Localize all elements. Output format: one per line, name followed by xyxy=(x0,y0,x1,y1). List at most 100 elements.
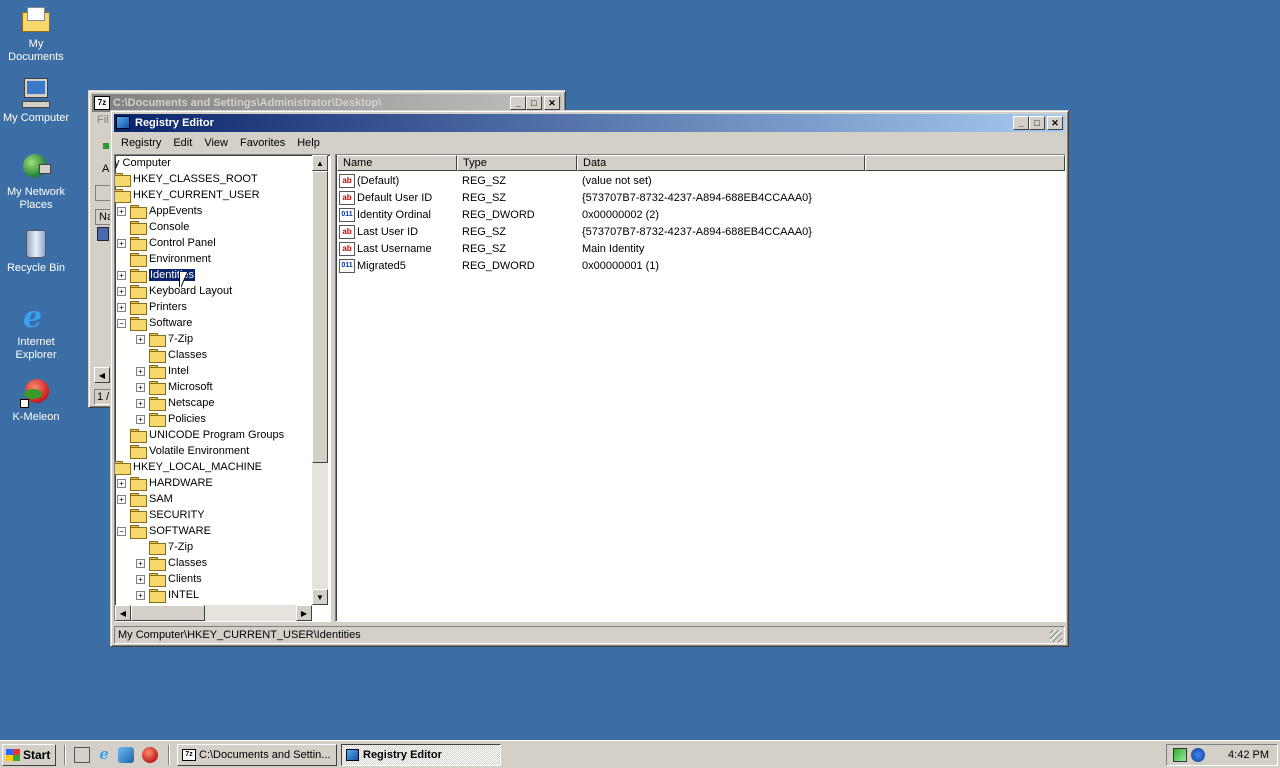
registry-tree-pane[interactable]: y Computer+HKEY_CLASSES_ROOT−HKEY_CURREN… xyxy=(114,154,331,622)
minimize-button[interactable]: _ xyxy=(510,96,526,110)
registry-value-row[interactable]: ab Last Username REG_SZ Main Identity xyxy=(338,241,1038,258)
tree-node[interactable]: Environment xyxy=(117,251,211,267)
tree-node-label[interactable]: Keyboard Layout xyxy=(149,285,232,297)
tree-node[interactable]: − Software xyxy=(117,315,192,331)
desktop-icon-my-computer[interactable]: My Computer xyxy=(0,78,72,125)
tree-node[interactable]: y Computer xyxy=(115,155,171,171)
tree-node[interactable]: + AppEvents xyxy=(117,203,202,219)
up-folder-icon[interactable] xyxy=(95,185,111,201)
tree-node[interactable]: + SAM xyxy=(117,491,173,507)
tree-node-label[interactable]: Policies xyxy=(168,413,206,425)
tree-node-label[interactable]: Printers xyxy=(149,301,187,313)
scroll-thumb[interactable] xyxy=(312,171,328,463)
desktop-icon-my-network-places[interactable]: My Network Places xyxy=(0,152,72,212)
expand-toggle[interactable]: + xyxy=(136,414,145,424)
desktop-icon-my-documents[interactable]: My Documents xyxy=(0,4,72,64)
column-header-name[interactable]: Name xyxy=(337,155,457,171)
tree-node[interactable]: +7-Zip xyxy=(136,331,193,347)
registry-editor-window[interactable]: Registry Editor _ □ ✕ Registry Edit View… xyxy=(110,110,1069,647)
tree-horizontal-scrollbar[interactable]: ◀ ▶ xyxy=(115,605,312,621)
tree-node[interactable]: UNICODE Program Groups xyxy=(117,427,284,443)
tree-node[interactable]: + Intel xyxy=(136,363,189,379)
tree-node-label[interactable]: Software xyxy=(149,317,192,329)
tree-node-label[interactable]: SAM xyxy=(149,493,173,505)
tree-node[interactable]: −HKEY_CURRENT_USER xyxy=(115,187,260,203)
menu-edit[interactable]: Edit xyxy=(167,137,198,149)
tree-node[interactable]: + Keyboard Layout xyxy=(117,283,232,299)
expand-toggle[interactable]: + xyxy=(117,494,126,504)
tree-node-label[interactable]: SECURITY xyxy=(149,509,205,521)
expand-toggle[interactable]: + xyxy=(136,574,145,584)
tree-node-label[interactable]: Volatile Environment xyxy=(149,445,249,457)
scroll-down-button[interactable]: ▼ xyxy=(312,589,328,605)
tree-node[interactable]: Console xyxy=(117,219,189,235)
registry-value-row[interactable]: ab Default User ID REG_SZ {573707B7-8732-42… xyxy=(338,190,1038,207)
scroll-left-button[interactable]: ◀ xyxy=(94,367,110,383)
column-header-data[interactable]: Data xyxy=(577,155,865,171)
maximize-button[interactable]: □ xyxy=(1029,116,1045,130)
tree-node-label[interactable]: Identities xyxy=(147,268,197,282)
menu-registry[interactable]: Registry xyxy=(115,137,167,149)
tree-node[interactable]: + INTEL xyxy=(136,587,199,603)
expand-toggle[interactable]: + xyxy=(117,206,126,216)
tree-node-label[interactable]: y Computer xyxy=(115,157,171,169)
tree-vertical-scrollbar[interactable]: ▲ ▼ xyxy=(312,155,328,605)
tree-node-label[interactable]: 7-Zip xyxy=(168,333,193,345)
desktop-icon-internet-explorer[interactable]: e Internet Explorer xyxy=(0,302,72,362)
network-tray-icon[interactable] xyxy=(1173,748,1187,762)
expand-toggle[interactable]: + xyxy=(136,398,145,408)
tree-node[interactable]: + Clients xyxy=(136,571,202,587)
tree-node-label[interactable]: HKEY_LOCAL_MACHINE xyxy=(133,461,262,473)
start-button[interactable]: Start xyxy=(2,744,56,766)
tree-node-label[interactable]: Classes xyxy=(168,557,207,569)
scroll-up-button[interactable]: ▲ xyxy=(312,155,328,171)
expand-toggle[interactable]: + xyxy=(117,270,126,280)
registry-value-row[interactable]: 011 Migrated5 REG_DWORD 0x00000001 (1) xyxy=(338,258,1038,275)
tree-node-label[interactable]: HKEY_CURRENT_USER xyxy=(133,189,260,201)
tree-node[interactable]: Volatile Environment xyxy=(117,443,249,459)
close-button[interactable]: ✕ xyxy=(544,96,560,110)
registry-values-pane[interactable]: Name Type Data ab (Default) REG_SZ (value n… xyxy=(335,154,1066,622)
update-tray-icon[interactable] xyxy=(1191,748,1205,762)
maximize-button[interactable]: □ xyxy=(526,96,542,110)
scroll-right-button[interactable]: ▶ xyxy=(296,605,312,621)
tree-node-label[interactable]: SOFTWARE xyxy=(149,525,211,537)
tree-node-label[interactable]: UNICODE Program Groups xyxy=(149,429,284,441)
tree-node-label[interactable]: Environment xyxy=(149,253,211,265)
outlook-express-icon[interactable] xyxy=(118,747,134,763)
k-meleon-quicklaunch-icon[interactable] xyxy=(142,747,158,763)
tree-node[interactable]: + Control Panel xyxy=(117,235,216,251)
expand-toggle[interactable]: + xyxy=(117,302,126,312)
tree-node[interactable]: −HKEY_LOCAL_MACHINE xyxy=(115,459,262,475)
scroll-left-button[interactable]: ◀ xyxy=(115,605,131,621)
menu-help[interactable]: Help xyxy=(291,137,326,149)
expand-toggle[interactable]: + xyxy=(117,238,126,248)
tree-node[interactable]: + Classes xyxy=(136,555,207,571)
taskbar-button-7zip[interactable]: 7z C:\Documents and Settin... xyxy=(177,744,337,766)
tree-node[interactable]: + Microsoft xyxy=(136,379,213,395)
menu-view[interactable]: View xyxy=(198,137,234,149)
collapse-toggle[interactable]: − xyxy=(117,318,126,328)
tree-node-label[interactable]: Clients xyxy=(168,573,202,585)
tree-node-label[interactable]: Console xyxy=(149,221,189,233)
registry-value-row[interactable]: 011 Identity Ordinal REG_DWORD 0x00000002 (… xyxy=(338,207,1038,224)
tree-node-label[interactable]: HARDWARE xyxy=(149,477,213,489)
expand-toggle[interactable]: + xyxy=(136,590,145,600)
desktop-icon-k-meleon[interactable]: ↗ K-Meleon xyxy=(0,377,72,424)
expand-toggle[interactable]: + xyxy=(117,286,126,296)
tree-node-label[interactable]: 7-Zip xyxy=(168,541,193,553)
tree-node[interactable]: + HARDWARE xyxy=(117,475,213,491)
tree-node-label[interactable]: INTEL xyxy=(168,589,199,601)
expand-toggle[interactable]: + xyxy=(136,334,145,344)
registry-value-row[interactable]: ab (Default) REG_SZ (value not set) xyxy=(338,173,1038,190)
expand-toggle[interactable]: + xyxy=(136,558,145,568)
bg-menu-fragment[interactable]: Fil xyxy=(97,114,109,126)
collapse-toggle[interactable]: − xyxy=(117,526,126,536)
scroll-thumb[interactable] xyxy=(131,605,205,621)
resize-grip[interactable] xyxy=(1050,630,1062,642)
tree-node[interactable]: + Netscape xyxy=(136,395,214,411)
tree-node[interactable]: + Printers xyxy=(117,299,187,315)
tree-node-label[interactable]: AppEvents xyxy=(149,205,202,217)
expand-toggle[interactable]: + xyxy=(136,382,145,392)
expand-toggle[interactable]: + xyxy=(117,478,126,488)
